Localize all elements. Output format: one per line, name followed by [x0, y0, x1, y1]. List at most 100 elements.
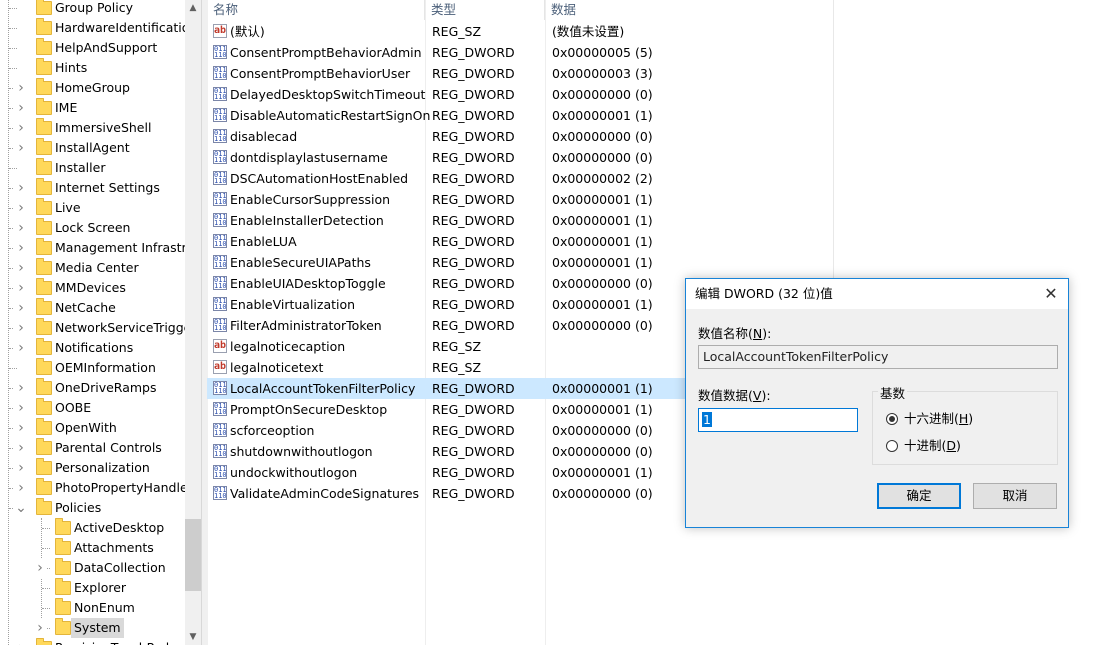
column-header-type[interactable]: 类型	[425, 0, 545, 20]
chevron-right-icon[interactable]: ›	[14, 378, 28, 398]
chevron-right-icon[interactable]: ›	[14, 638, 28, 645]
folder-icon	[55, 578, 71, 595]
tree-item[interactable]: Hints	[0, 58, 185, 78]
tree-scrollbar[interactable]: ▲ ▼	[185, 0, 201, 645]
tree-item[interactable]: HelpAndSupport	[0, 38, 185, 58]
registry-tree[interactable]: Group Policy HardwareIdentification HelpAn…	[0, 0, 185, 645]
hex-radio[interactable]	[886, 413, 898, 425]
value-row[interactable]: 011 110 ConsentPromptBehaviorUser REG_DWORD…	[207, 63, 833, 84]
chevron-right-icon[interactable]: ›	[14, 298, 28, 318]
tree-item-label: PrecisionTouchPad	[55, 638, 169, 645]
tree-item[interactable]: › Notifications	[0, 338, 185, 358]
tree-item[interactable]: NonEnum	[0, 598, 185, 618]
scroll-up-icon[interactable]: ▲	[185, 0, 201, 16]
chevron-right-icon[interactable]: ›	[14, 238, 28, 258]
tree-item[interactable]: › InstallAgent	[0, 138, 185, 158]
tree-item[interactable]: OEMInformation	[0, 358, 185, 378]
chevron-right-icon[interactable]: ›	[14, 438, 28, 458]
chevron-down-icon[interactable]: ⌄	[14, 498, 28, 518]
tree-item[interactable]: › Management Infrastructure	[0, 238, 185, 258]
chevron-right-icon[interactable]: ›	[14, 98, 28, 118]
value-row[interactable]: 011 110 DelayedDesktopSwitchTimeout REG_DWO…	[207, 84, 833, 105]
value-name: disablecad	[230, 129, 298, 144]
tree-item[interactable]: › DataCollection	[0, 558, 185, 578]
tree-item[interactable]: › IME	[0, 98, 185, 118]
chevron-right-icon[interactable]: ›	[14, 78, 28, 98]
chevron-right-icon[interactable]: ›	[33, 618, 47, 638]
chevron-right-icon[interactable]: ›	[14, 418, 28, 438]
tree-item[interactable]: › OpenWith	[0, 418, 185, 438]
tree-item[interactable]: ⌄ Policies	[0, 498, 185, 518]
value-data: 0x00000000 (0)	[552, 486, 653, 501]
chevron-right-icon[interactable]: ›	[14, 278, 28, 298]
value-type: REG_DWORD	[432, 423, 515, 438]
binary-value-icon: 011 110	[213, 255, 227, 269]
tree-item[interactable]: › Lock Screen	[0, 218, 185, 238]
value-row[interactable]: 011 110 EnableInstallerDetection REG_DWORD 0…	[207, 210, 833, 231]
tree-guide-line	[42, 528, 50, 529]
tree-scrollbar-thumb[interactable]	[185, 519, 201, 591]
folder-icon	[36, 398, 52, 415]
dialog-titlebar[interactable]: 编辑 DWORD (32 位)值 ✕	[686, 279, 1068, 309]
folder-icon	[36, 18, 52, 35]
chevron-right-icon[interactable]: ›	[33, 558, 47, 578]
tree-item[interactable]: › ImmersiveShell	[0, 118, 185, 138]
tree-item[interactable]: › NetCache	[0, 298, 185, 318]
tree-item[interactable]: Installer	[0, 158, 185, 178]
value-data: 0x00000000 (0)	[552, 276, 653, 291]
value-row[interactable]: ab (默认) REG_SZ (数值未设置)	[207, 21, 833, 42]
chevron-right-icon[interactable]: ›	[14, 138, 28, 158]
value-data: 0x00000001 (1)	[552, 465, 653, 480]
tree-item[interactable]: › Media Center	[0, 258, 185, 278]
tree-item[interactable]: › OOBE	[0, 398, 185, 418]
chevron-right-icon[interactable]: ›	[14, 318, 28, 338]
column-header-data[interactable]: 数据	[545, 0, 833, 20]
tree-item[interactable]: › Internet Settings	[0, 178, 185, 198]
chevron-right-icon[interactable]: ›	[14, 458, 28, 478]
tree-item[interactable]: › System	[0, 618, 185, 638]
value-row[interactable]: 011 110 DSCAutomationHostEnabled REG_DWORD 0…	[207, 168, 833, 189]
value-row[interactable]: 011 110 dontdisplaylastusername REG_DWORD 0x…	[207, 147, 833, 168]
tree-item[interactable]: Explorer	[0, 578, 185, 598]
chevron-right-icon[interactable]: ›	[14, 398, 28, 418]
tree-item-label: Personalization	[55, 460, 150, 475]
chevron-right-icon[interactable]: ›	[14, 218, 28, 238]
value-row[interactable]: 011 110 disablecad REG_DWORD 0x00000000 (0)	[207, 126, 833, 147]
ok-button[interactable]: 确定	[877, 483, 961, 509]
tree-item[interactable]: › Personalization	[0, 458, 185, 478]
tree-item[interactable]: › OneDriveRamps	[0, 378, 185, 398]
value-data-input[interactable]: 1	[698, 408, 858, 432]
value-name-field[interactable]: LocalAccountTokenFilterPolicy	[698, 345, 1058, 369]
value-row[interactable]: 011 110 EnableSecureUIAPaths REG_DWORD 0x000…	[207, 252, 833, 273]
tree-item[interactable]: › NetworkServiceTriggers	[0, 318, 185, 338]
tree-item[interactable]: › HomeGroup	[0, 78, 185, 98]
column-header-name[interactable]: 名称	[207, 0, 425, 20]
chevron-right-icon[interactable]: ›	[14, 258, 28, 278]
value-row[interactable]: 011 110 DisableAutomaticRestartSignOn REG_D…	[207, 105, 833, 126]
tree-item[interactable]: Group Policy	[0, 0, 185, 18]
value-type: REG_DWORD	[432, 444, 515, 459]
value-row[interactable]: 011 110 EnableLUA REG_DWORD 0x00000001 (1)	[207, 231, 833, 252]
tree-item[interactable]: › Live	[0, 198, 185, 218]
tree-item[interactable]: › MMDevices	[0, 278, 185, 298]
tree-item[interactable]: › PhotoPropertyHandler	[0, 478, 185, 498]
cancel-button[interactable]: 取消	[973, 483, 1057, 509]
dec-radio[interactable]	[886, 440, 898, 452]
tree-item[interactable]: › Parental Controls	[0, 438, 185, 458]
chevron-right-icon[interactable]: ›	[14, 338, 28, 358]
tree-item[interactable]: Attachments	[0, 538, 185, 558]
chevron-right-icon[interactable]: ›	[14, 118, 28, 138]
tree-item[interactable]: HardwareIdentification	[0, 18, 185, 38]
chevron-right-icon[interactable]: ›	[14, 478, 28, 498]
tree-item[interactable]: ActiveDesktop	[0, 518, 185, 538]
close-icon[interactable]: ✕	[1034, 279, 1068, 309]
chevron-right-icon[interactable]: ›	[14, 178, 28, 198]
scroll-down-icon[interactable]: ▼	[185, 629, 201, 645]
folder-icon	[36, 358, 52, 375]
folder-icon	[36, 58, 52, 75]
chevron-right-icon[interactable]: ›	[14, 198, 28, 218]
value-row[interactable]: 011 110 EnableCursorSuppression REG_DWORD 0x…	[207, 189, 833, 210]
value-row[interactable]: 011 110 ConsentPromptBehaviorAdmin REG_DWOR…	[207, 42, 833, 63]
binary-value-icon: 011 110	[213, 66, 227, 80]
tree-item[interactable]: › PrecisionTouchPad	[0, 638, 185, 645]
